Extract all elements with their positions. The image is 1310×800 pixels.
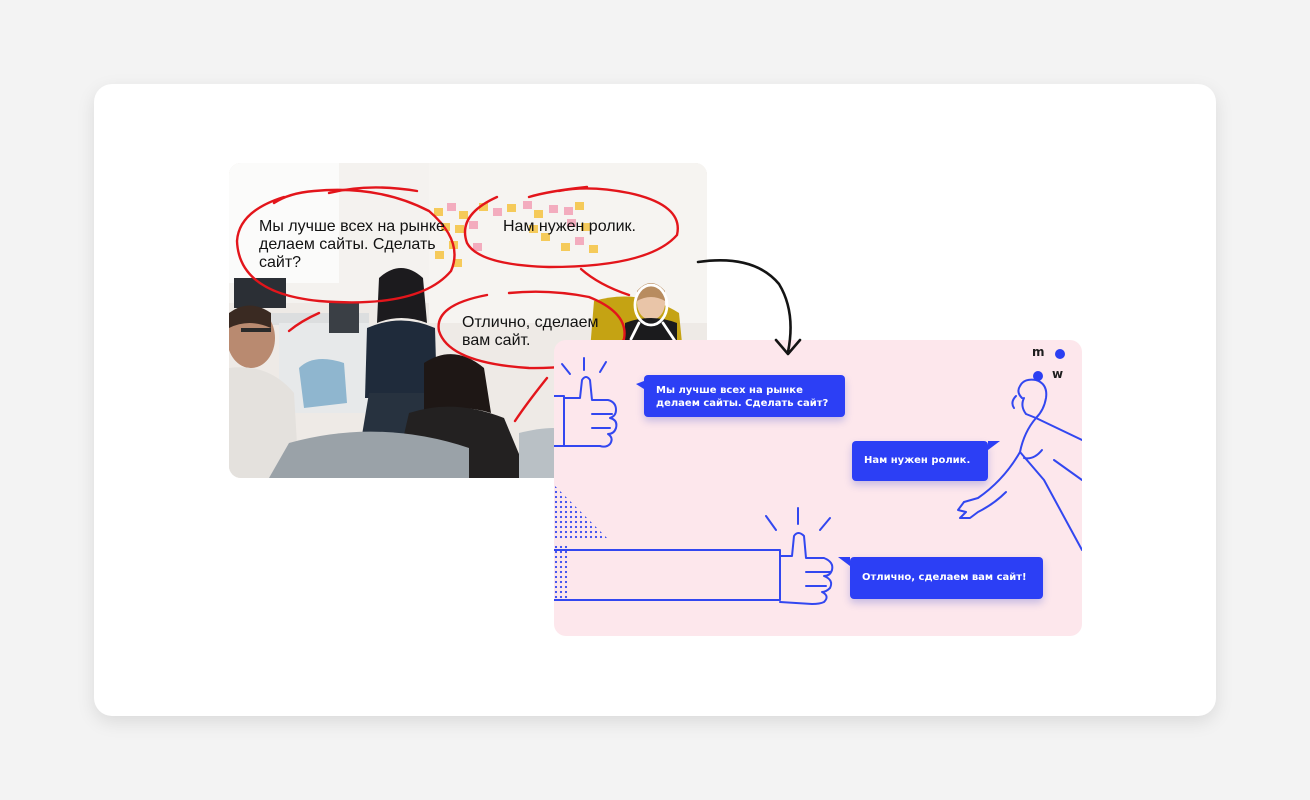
slide-frame: Мы лучше всех на рынке делаем сайты. Сде… xyxy=(94,84,1216,716)
curved-arrow-icon xyxy=(696,259,802,356)
